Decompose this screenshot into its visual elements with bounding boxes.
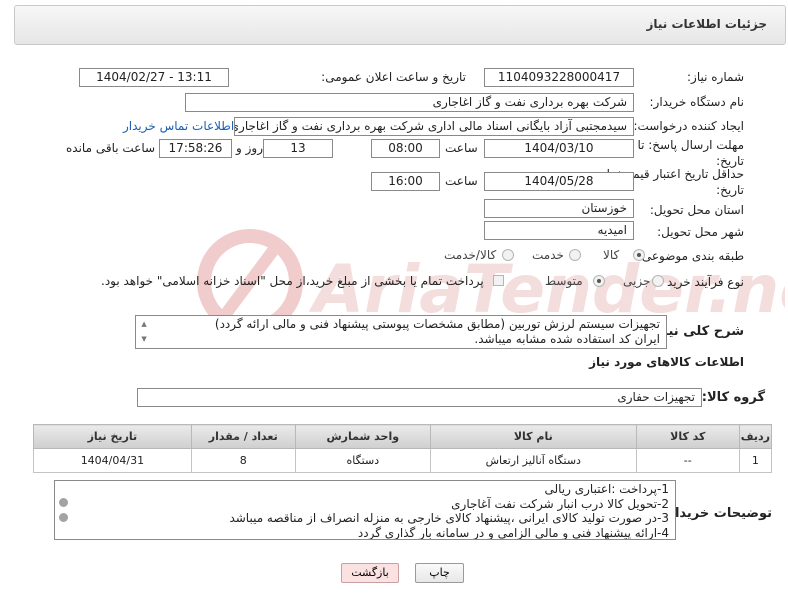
creator-field[interactable]: سیدمجتبی آزاد بایگانی اسناد مالی اداری ش… [234,117,634,136]
category-radio-both[interactable] [502,249,514,261]
process-radio-minor[interactable] [652,275,664,287]
summary-scrollbar[interactable]: ▲ ▼ [137,317,151,347]
process-label: نوع فرآیند خرید : [659,275,744,289]
category-option-goods: کالا [603,248,620,262]
province-label: استان محل تحویل: [649,203,744,217]
price-date-field[interactable]: 1404/05/28 [484,172,634,191]
reply-date-field[interactable]: 1404/03/10 [484,139,634,158]
buyer-notes-label: توضیحات خریدار: [662,506,772,521]
city-label: شهر محل تحویل: [657,225,744,239]
goods-group-field[interactable]: تجهیزات حفاری [137,388,702,407]
province-field[interactable]: خوزستان [484,199,634,218]
days-field[interactable]: 13 [263,139,333,158]
scroll-down-icon[interactable]: ▼ [141,332,146,347]
buyer-note-line-1: 1-پرداخت :اعتباری ریالی [544,482,669,496]
need-number-label: شماره نیاز: [687,70,744,84]
process-radio-medium[interactable] [593,275,605,287]
summary-line-2: ایران کد استفاده شده مشابه میباشد. [474,332,660,346]
back-button[interactable]: بازگشت [341,563,399,583]
col-name: نام کالا [429,424,637,449]
reply-time-field[interactable]: 08:00 [371,139,440,158]
process-option-medium: متوسط [545,274,583,288]
buyer-label: نام دستگاه خریدار: [649,95,745,109]
table-row[interactable]: 1 -- دستگاه آنالیز ارتعاش دستگاه 8 1404/… [33,448,773,473]
summary-textarea[interactable]: تجهیزات سیستم لرزش توربین (مطابق مشخصات … [135,315,667,349]
creator-label: ایجاد کننده درخواست: [633,119,744,133]
header-panel: جزئیات اطلاعات نیاز [14,5,786,45]
panel-title: جزئیات اطلاعات نیاز [646,17,767,31]
reply-deadline-label: مهلت ارسال پاسخ: تا تاریخ: [637,138,744,168]
city-field[interactable]: امیدیه [484,221,634,240]
cell-name: دستگاه آنالیز ارتعاش [429,448,637,473]
remaining-time-field[interactable]: 17:58:26 [159,139,232,158]
treasury-payment-note: پرداخت تمام یا بخشی از مبلغ خرید،از محل … [101,274,484,288]
category-option-both: کالا/خدمت [444,248,497,262]
col-date: تاریخ نیاز [33,424,192,449]
buyer-notes-textarea[interactable]: 1-پرداخت :اعتباری ریالی 2-تحویل کالا درب… [54,480,676,540]
buyer-note-line-4: 4-ارائه پیشنهاد فنی و مالی الزامی و در س… [357,525,669,540]
summary-line-1: تجهیزات سیستم لرزش توربین (مطابق مشخصات … [214,317,660,331]
buyer-note-line-2: 2-تحویل کالا درب انبار شرکت نفت آغاجاری [451,496,669,511]
print-button[interactable]: چاپ [415,563,464,583]
cell-code: -- [635,448,740,473]
category-radio-service[interactable] [569,249,581,261]
goods-table-header: ردیف کد کالا نام کالا واحد شمارش تعداد /… [33,424,773,449]
goods-section-title: اطلاعات کالاهای مورد نیاز [589,355,744,369]
reply-hour-label: ساعت [445,141,478,155]
treasury-payment-checkbox[interactable] [493,275,504,286]
announce-field[interactable]: 1404/02/27 - 13:11 [79,68,229,87]
days-label: روز و [236,141,263,155]
cell-qty: 8 [190,448,296,473]
need-number-field[interactable]: 1104093228000417 [484,68,634,87]
scroll-thumb-icon[interactable] [58,513,68,522]
goods-group-label: گروه کالا: [701,390,765,405]
cell-row: 1 [738,448,773,473]
buyer-note-line-3: 3-در صورت تولید کالای ایرانی ،پیشنهاد کا… [229,511,669,525]
remaining-label: ساعت باقی مانده [66,141,156,155]
cell-unit: دستگاه [294,448,431,473]
cell-date: 1404/04/31 [33,448,192,473]
category-option-service: خدمت [532,248,564,262]
category-label: طبقه بندی موضوعی: [637,249,744,263]
buyer-contact-link[interactable]: اطلاعات تماس خریدار [123,119,234,133]
price-time-field[interactable]: 16:00 [371,172,440,191]
price-hour-label: ساعت [445,174,478,188]
col-code: کد کالا [635,424,740,449]
buyer-field[interactable]: شرکت بهره برداری نفت و گاز اغاجاری [185,93,634,112]
scroll-thumb-icon[interactable] [58,498,68,507]
col-unit: واحد شمارش [294,424,431,449]
col-qty: تعداد / مقدار [190,424,296,449]
category-radio-goods[interactable] [633,249,645,261]
goods-table: ردیف کد کالا نام کالا واحد شمارش تعداد /… [33,424,773,473]
process-option-minor: جزیی [623,274,651,288]
scroll-up-icon[interactable]: ▲ [141,317,146,332]
announce-label: تاریخ و ساعت اعلان عمومی: [321,70,466,84]
notes-scrollbar[interactable] [56,482,70,538]
col-row: ردیف [738,424,773,449]
